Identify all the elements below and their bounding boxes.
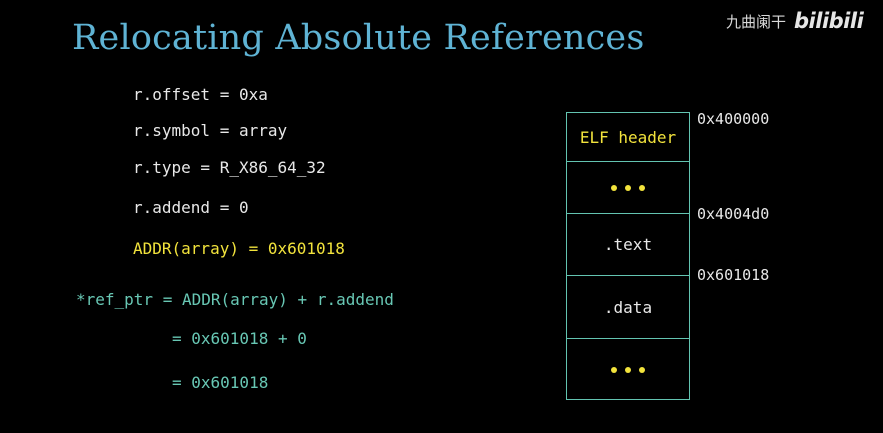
watermark-channel-name: 九曲阑干 bbox=[726, 12, 787, 31]
ellipsis-icon bbox=[611, 366, 645, 373]
section-ellipsis-lower bbox=[567, 338, 689, 400]
address-label-data: 0x601018 bbox=[697, 266, 770, 284]
address-label-elf-header: 0x400000 bbox=[697, 110, 770, 128]
section-elf-header: ELF header bbox=[579, 127, 677, 147]
ref-ptr-equation-line: *ref_ptr = ADDR(array) + r.addend bbox=[76, 290, 394, 309]
ref-ptr-result-line: = 0x601018 bbox=[172, 373, 269, 392]
ref-ptr-sum-line: = 0x601018 + 0 bbox=[172, 329, 307, 348]
bilibili-watermark: 九曲阑干 bilibili bbox=[726, 8, 864, 34]
memory-layout-diagram: ELF header .text .data bbox=[566, 112, 690, 400]
bilibili-logo-icon: bilibili bbox=[794, 9, 864, 33]
address-label-text: 0x4004d0 bbox=[697, 205, 770, 223]
slide-title: Relocating Absolute References bbox=[72, 18, 645, 58]
section-data: .data bbox=[567, 275, 689, 338]
section-text: .text bbox=[567, 213, 689, 275]
ellipsis-icon bbox=[611, 184, 645, 191]
relocation-offset-line: r.offset = 0xa bbox=[133, 85, 268, 104]
resolved-address-line: ADDR(array) = 0x601018 bbox=[133, 239, 345, 258]
relocation-type-line: r.type = R_X86_64_32 bbox=[133, 158, 326, 177]
relocation-symbol-line: r.symbol = array bbox=[133, 121, 288, 140]
section-ellipsis-upper bbox=[567, 161, 689, 213]
relocation-addend-line: r.addend = 0 bbox=[133, 198, 249, 217]
